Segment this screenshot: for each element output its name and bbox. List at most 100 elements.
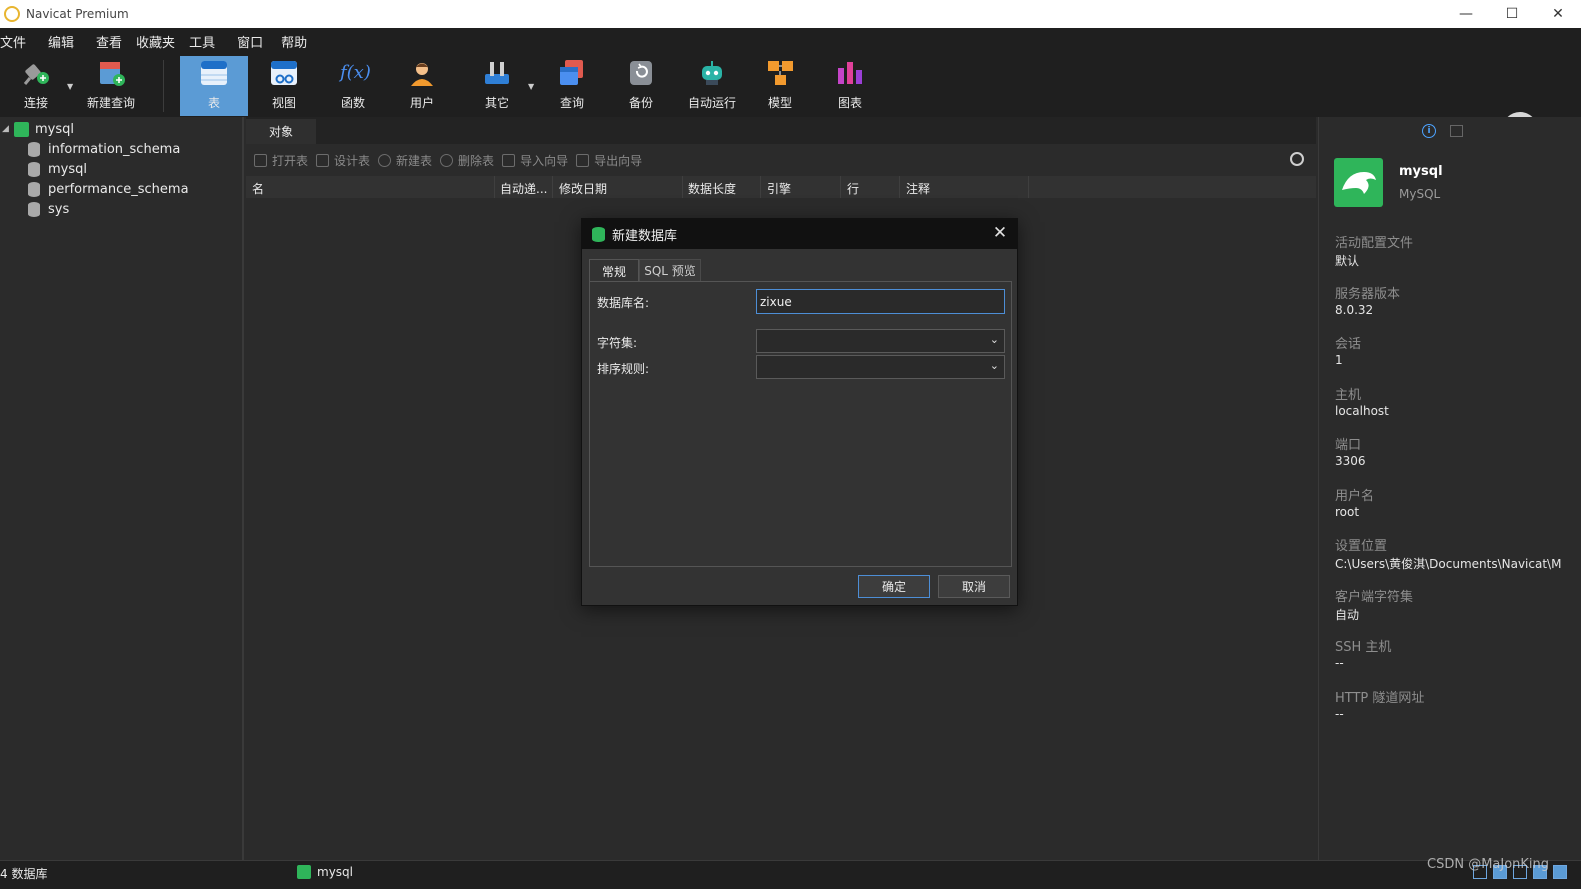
window-controls: — ☐ ✕ — [1443, 0, 1581, 28]
design-table-button[interactable]: 设计表 — [316, 152, 370, 169]
menu-view[interactable]: 查看 — [96, 32, 134, 51]
model-button[interactable]: 模型 — [758, 56, 802, 116]
title-bar: Navicat Premium — ☐ ✕ — [0, 0, 1581, 28]
tree-connection[interactable]: ◢ mysql — [0, 119, 74, 139]
tree-db-label: sys — [48, 201, 70, 217]
new-table-button[interactable]: 新建表 — [378, 152, 432, 169]
prop-key: 会话 — [1335, 337, 1362, 352]
query-button[interactable]: 查询 — [550, 56, 594, 116]
dialog-general-panel: 数据库名: 字符集: ⌄ 排序规则: ⌄ — [589, 281, 1012, 567]
panel-toggle-icon[interactable] — [1553, 865, 1567, 879]
delete-table-label: 删除表 — [458, 153, 495, 168]
column-divider[interactable] — [840, 176, 841, 198]
dialog-titlebar[interactable]: 新建数据库 ✕ — [582, 219, 1017, 249]
export-wizard-button[interactable]: 导出向导 — [576, 152, 642, 169]
automation-button[interactable]: 自动运行 — [684, 56, 740, 116]
close-window-button[interactable]: ✕ — [1535, 0, 1581, 28]
column-divider[interactable] — [899, 176, 900, 198]
prop-value: 自动 — [1335, 608, 1360, 622]
tree-db-label: information_schema — [48, 141, 181, 157]
new-query-button[interactable]: 新建查询 — [84, 56, 138, 116]
tree-db-label: performance_schema — [48, 181, 189, 197]
tree-db-item[interactable]: information_schema — [0, 139, 180, 159]
new-query-label: 新建查询 — [86, 96, 135, 110]
watermark: CSDN @MaJonKing — [1427, 857, 1550, 872]
tree-db-item[interactable]: sys — [0, 199, 69, 219]
prop-key: 主机 — [1335, 388, 1362, 403]
menu-edit[interactable]: 编辑 — [48, 32, 86, 51]
maximize-button[interactable]: ☐ — [1489, 0, 1535, 28]
column-divider[interactable] — [494, 176, 495, 198]
col-rows[interactable]: 行 — [847, 180, 859, 197]
prop-value: 1 — [1335, 353, 1343, 367]
other-button[interactable]: 其它 — [475, 56, 519, 116]
column-divider[interactable] — [682, 176, 683, 198]
col-name[interactable]: 名 — [252, 180, 264, 197]
tab-general[interactable]: 常规 — [589, 259, 639, 282]
import-wizard-label: 导入向导 — [520, 153, 569, 168]
tree-connection-label: mysql — [35, 121, 74, 137]
tree-db-item[interactable]: mysql — [0, 159, 87, 179]
prop-value: -- — [1335, 656, 1344, 670]
model-label: 模型 — [767, 96, 792, 110]
import-wizard-button[interactable]: 导入向导 — [502, 152, 568, 169]
navigation-pane: ◢ mysql information_schema mysql perform… — [0, 117, 244, 860]
menu-file[interactable]: 文件 — [0, 32, 38, 51]
connect-dropdown-icon[interactable]: ▼ — [67, 82, 73, 91]
other-dropdown-icon[interactable]: ▼ — [528, 82, 534, 91]
col-comment[interactable]: 注释 — [906, 180, 930, 197]
backup-button[interactable]: 备份 — [619, 56, 663, 116]
prop-key: 服务器版本 — [1335, 287, 1401, 302]
object-column-header: 名 自动递... 修改日期 数据长度 引擎 行 注释 — [246, 176, 1316, 198]
collapse-icon[interactable]: ◢ — [2, 124, 12, 134]
ddl-view-icon[interactable] — [1450, 125, 1463, 137]
view-button[interactable]: 视图 — [262, 56, 306, 116]
col-auto-increment[interactable]: 自动递... — [500, 180, 547, 197]
dialog-title: 新建数据库 — [612, 228, 678, 244]
col-engine[interactable]: 引擎 — [767, 180, 791, 197]
info-connection-name: mysql — [1399, 164, 1443, 179]
info-connection-type: MySQL — [1399, 187, 1441, 201]
new-database-dialog: 新建数据库 ✕ 常规 SQL 预览 数据库名: 字符集: ⌄ 排序规则: ⌄ 确… — [581, 218, 1018, 606]
menu-window[interactable]: 窗口 — [237, 32, 275, 51]
chevron-down-icon: ⌄ — [989, 359, 999, 372]
query-icon — [557, 58, 587, 88]
view-label: 视图 — [271, 96, 296, 110]
menu-favorites[interactable]: 收藏夹 — [136, 32, 187, 51]
function-button[interactable]: f(x) 函数 — [331, 56, 375, 116]
object-tabstrip: 对象 — [246, 117, 1316, 144]
cancel-button[interactable]: 取消 — [938, 575, 1010, 598]
connect-button[interactable]: 连接 — [14, 56, 58, 116]
dialog-close-button[interactable]: ✕ — [991, 224, 1009, 242]
search-icon[interactable] — [1290, 152, 1304, 166]
db-name-input[interactable] — [756, 289, 1005, 314]
tree-db-label: mysql — [48, 161, 87, 177]
tab-objects[interactable]: 对象 — [246, 119, 316, 144]
info-icon[interactable]: i — [1422, 124, 1436, 138]
tools-icon — [482, 58, 512, 88]
col-modified-date[interactable]: 修改日期 — [559, 180, 607, 197]
table-button[interactable]: 表 — [180, 56, 248, 116]
open-table-label: 打开表 — [272, 153, 309, 168]
plug-icon — [21, 58, 51, 88]
table-label: 表 — [207, 96, 220, 110]
column-divider[interactable] — [552, 176, 553, 198]
prop-key: 客户端字符集 — [1335, 590, 1414, 605]
ok-button[interactable]: 确定 — [858, 575, 930, 598]
charset-select[interactable]: ⌄ — [756, 329, 1005, 353]
minimize-button[interactable]: — — [1443, 0, 1489, 28]
col-data-length[interactable]: 数据长度 — [688, 180, 736, 197]
chart-button[interactable]: 图表 — [828, 56, 872, 116]
user-button[interactable]: 用户 — [400, 56, 444, 116]
open-table-button[interactable]: 打开表 — [254, 152, 308, 169]
tree-db-item[interactable]: performance_schema — [0, 179, 189, 199]
column-divider[interactable] — [1028, 176, 1029, 198]
robot-icon — [697, 58, 727, 88]
delete-table-button[interactable]: 删除表 — [440, 152, 494, 169]
menu-help[interactable]: 帮助 — [281, 32, 319, 51]
delete-table-icon — [440, 153, 454, 167]
collation-select[interactable]: ⌄ — [756, 355, 1005, 379]
menu-tools[interactable]: 工具 — [189, 32, 227, 51]
tab-sql-preview[interactable]: SQL 预览 — [639, 259, 701, 282]
column-divider[interactable] — [760, 176, 761, 198]
